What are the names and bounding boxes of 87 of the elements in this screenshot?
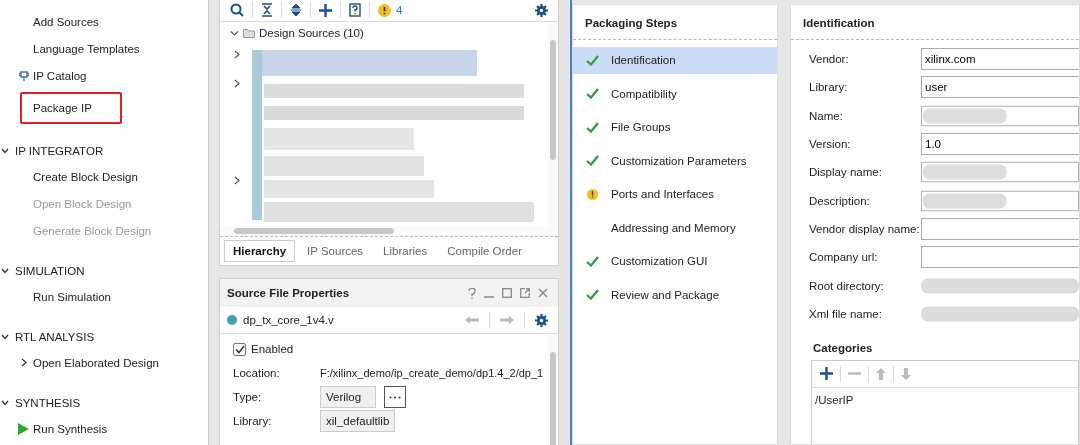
checkbox-label: Enabled bbox=[251, 343, 294, 355]
close-icon[interactable] bbox=[538, 288, 548, 298]
field-label: Library: bbox=[809, 81, 849, 94]
type-field[interactable]: Verilog bbox=[320, 386, 376, 408]
nav-item[interactable]: Create Block Design bbox=[33, 170, 138, 183]
ellipsis-icon bbox=[389, 395, 401, 399]
field-label: Type: bbox=[233, 391, 263, 403]
step-item[interactable]: Review and Package bbox=[573, 281, 777, 308]
warning-icon[interactable] bbox=[378, 3, 391, 17]
nav-item[interactable]: Open Elaborated Design bbox=[33, 356, 159, 369]
location-value: F:/xilinx_demo/ip_create_demo/dp1.4_2/dp_1 bbox=[320, 367, 544, 379]
settings-icon[interactable] bbox=[535, 3, 548, 17]
field-label: Version: bbox=[809, 138, 852, 151]
add-icon[interactable] bbox=[319, 3, 332, 17]
step-item[interactable]: Ports and Interfaces bbox=[573, 180, 777, 208]
input-field[interactable] bbox=[921, 246, 1079, 269]
blurred-input-field[interactable] bbox=[921, 161, 1079, 184]
field-label: Name: bbox=[809, 109, 844, 122]
nav-item[interactable]: Run Simulation bbox=[33, 290, 111, 303]
step-item[interactable]: File Groups bbox=[573, 113, 777, 141]
input-field[interactable]: 1.0 bbox=[921, 133, 1079, 156]
step-item[interactable]: Addressing and Memory bbox=[573, 214, 777, 241]
tab[interactable]: IP Sources bbox=[299, 240, 372, 262]
float-icon[interactable] bbox=[520, 288, 530, 298]
panel-title: Packaging Steps bbox=[573, 5, 777, 40]
file-name: dp_tx_core_1v4.v bbox=[243, 314, 334, 326]
section-title: SIMULATION bbox=[15, 264, 85, 277]
section-title: SYNTHESIS bbox=[15, 396, 81, 409]
horizontal-scrollbar[interactable] bbox=[220, 226, 558, 237]
tab[interactable]: Libraries bbox=[375, 240, 436, 262]
file-dot-icon bbox=[227, 315, 237, 325]
field-label: Description: bbox=[809, 194, 871, 207]
browse-button[interactable] bbox=[384, 386, 406, 408]
expand-chevron-icon[interactable] bbox=[234, 50, 240, 59]
folder-icon bbox=[243, 28, 255, 38]
vertical-scrollbar[interactable] bbox=[548, 334, 558, 445]
checkbox[interactable] bbox=[233, 342, 246, 356]
field-label: Display name: bbox=[809, 166, 883, 179]
input-field[interactable] bbox=[921, 217, 1079, 240]
collapse-chevron-icon[interactable] bbox=[1, 333, 9, 340]
maximize-icon[interactable] bbox=[502, 288, 512, 298]
tab[interactable]: Hierarchy bbox=[224, 240, 296, 262]
nav-item[interactable]: Run Synthesis bbox=[33, 422, 108, 435]
library-field[interactable]: xil_defaultlib bbox=[320, 410, 396, 432]
tree-item[interactable]: Design Sources (10) bbox=[259, 27, 364, 39]
nav-item[interactable]: Add Sources bbox=[33, 15, 99, 28]
help-icon[interactable] bbox=[349, 3, 361, 17]
section-title: Categories bbox=[813, 341, 874, 356]
expand-chevron-icon[interactable] bbox=[20, 358, 27, 367]
help-icon[interactable] bbox=[468, 287, 476, 299]
collapse-chevron-icon[interactable] bbox=[1, 399, 9, 406]
tab[interactable]: Compile Order bbox=[439, 240, 530, 262]
expand-chevron-icon[interactable] bbox=[234, 79, 240, 88]
expand-chevron-icon[interactable] bbox=[234, 176, 240, 185]
nav-item[interactable]: IP Catalog bbox=[33, 69, 87, 82]
settings-icon[interactable] bbox=[535, 313, 548, 327]
input-field[interactable]: user bbox=[921, 76, 1079, 99]
field-label: Root directory: bbox=[809, 279, 885, 292]
input-field[interactable]: xilinx.com bbox=[921, 48, 1079, 71]
collapse-chevron-icon[interactable] bbox=[1, 267, 9, 274]
section-title: IP INTEGRATOR bbox=[15, 144, 104, 157]
nav-item[interactable]: Language Templates bbox=[33, 42, 140, 55]
blurred-input-field[interactable] bbox=[921, 104, 1079, 127]
collapse-all-icon[interactable] bbox=[261, 3, 273, 17]
panel-title: Identification bbox=[791, 5, 1079, 40]
collapse-chevron-icon[interactable] bbox=[1, 147, 9, 154]
section-title: RTL ANALYSIS bbox=[15, 330, 95, 343]
panel-title: Source File Properties bbox=[227, 287, 350, 299]
field-label: Library: bbox=[233, 415, 273, 427]
field-label: Location: bbox=[233, 367, 281, 379]
warning-count[interactable]: 4 bbox=[396, 4, 403, 16]
step-item[interactable]: Customization GUI bbox=[573, 247, 777, 275]
ip-chip-icon bbox=[17, 69, 30, 82]
nav-item[interactable]: Package IP bbox=[33, 102, 92, 114]
field-label: Vendor display name: bbox=[809, 222, 921, 235]
expand-all-icon[interactable] bbox=[290, 3, 302, 17]
step-item[interactable]: Compatibility bbox=[573, 80, 777, 107]
field-label: Vendor: bbox=[809, 53, 850, 66]
field-label: Xml file name: bbox=[809, 307, 883, 320]
search-icon[interactable] bbox=[230, 3, 244, 17]
field-label: Company url: bbox=[809, 251, 879, 264]
vertical-scrollbar[interactable] bbox=[548, 22, 558, 226]
blurred-input-field[interactable] bbox=[921, 189, 1079, 212]
step-item[interactable]: Customization Parameters bbox=[573, 147, 777, 174]
play-icon[interactable] bbox=[18, 422, 29, 435]
step-item[interactable]: Identification bbox=[573, 46, 777, 74]
add-icon[interactable] bbox=[820, 367, 833, 381]
